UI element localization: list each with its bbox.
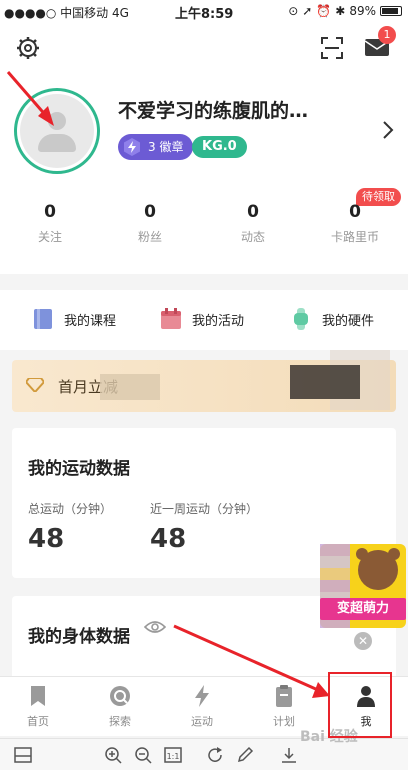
profile-header: 1 不爱学习的练腹肌的… 3 徽章 KG.0 待领取 0 关注 0 粉丝 0 动… bbox=[0, 24, 408, 274]
badge-label: 徽章 bbox=[159, 140, 184, 154]
plan-icon bbox=[276, 685, 292, 707]
highlight-box bbox=[328, 672, 392, 738]
clock: 上午8:59 bbox=[175, 7, 234, 22]
stat-fans[interactable]: 0 粉丝 bbox=[100, 202, 200, 245]
badges-pill[interactable]: 3 徽章 bbox=[118, 134, 194, 160]
stat-value: 0 bbox=[144, 202, 156, 222]
stat-label: 关注 bbox=[37, 230, 62, 244]
rotate-icon[interactable] bbox=[206, 746, 224, 764]
alarm-icon: ⏰ bbox=[316, 4, 332, 18]
battery-fill bbox=[382, 8, 399, 14]
eye-icon[interactable] bbox=[144, 620, 166, 634]
svg-text:1:1: 1:1 bbox=[167, 752, 180, 761]
username[interactable]: 不爱学习的练腹肌的… bbox=[118, 96, 308, 123]
orientation-lock-icon: ⊙ bbox=[288, 4, 299, 18]
avatar-body bbox=[38, 134, 76, 152]
layout-icon[interactable] bbox=[14, 746, 32, 764]
tab-label: 计划 bbox=[273, 715, 295, 728]
course-icon bbox=[34, 309, 52, 329]
stat-label: 卡路里币 bbox=[330, 230, 379, 244]
avatar-head bbox=[48, 112, 66, 130]
close-icon[interactable]: ✕ bbox=[354, 632, 372, 650]
stat-following[interactable]: 0 关注 bbox=[0, 202, 100, 245]
total-exercise-label: 总运动（分钟） bbox=[28, 502, 113, 516]
battery-percent: 89% bbox=[349, 4, 376, 18]
bluetooth-icon: ✱ bbox=[335, 4, 346, 18]
shortcut-label: 我的硬件 bbox=[322, 313, 375, 329]
stat-calorie-coins[interactable]: 0 卡路里币 bbox=[305, 202, 405, 245]
battery-icon bbox=[380, 6, 402, 16]
bear-icon bbox=[358, 550, 398, 590]
mosaic-redaction bbox=[290, 365, 360, 399]
location-icon: ➚ bbox=[302, 4, 313, 18]
shortcut-label: 我的活动 bbox=[192, 313, 245, 329]
mosaic-redaction bbox=[100, 374, 160, 400]
gear-icon[interactable] bbox=[16, 36, 40, 60]
stat-label: 粉丝 bbox=[137, 230, 162, 244]
lightning-badge-icon bbox=[124, 138, 140, 156]
edit-icon[interactable] bbox=[236, 746, 254, 764]
floating-ad[interactable]: 变超萌力 bbox=[320, 544, 406, 628]
stat-label: 动态 bbox=[240, 230, 265, 244]
watch-icon bbox=[294, 308, 308, 330]
zoom-out-icon[interactable] bbox=[134, 746, 152, 764]
home-icon bbox=[31, 686, 45, 706]
download-icon[interactable] bbox=[280, 746, 298, 764]
week-exercise-value: 48 bbox=[150, 524, 187, 554]
tab-label: 首页 bbox=[27, 715, 49, 728]
shortcut-my-courses[interactable]: 我的课程 bbox=[32, 308, 116, 330]
stat-value: 0 bbox=[247, 202, 259, 222]
status-bar: ●●●●○ 中国移动 4G 上午8:59 ⊙ ➚ ⏰ ✱ 89% bbox=[0, 0, 408, 24]
shortcut-my-hardware[interactable]: 我的硬件 bbox=[290, 308, 374, 330]
status-right: ⊙ ➚ ⏰ ✱ 89% bbox=[288, 4, 402, 18]
shortcut-row: 我的课程 我的活动 我的硬件 bbox=[0, 290, 408, 350]
ad-ribbon: 变超萌力 bbox=[320, 598, 406, 620]
badge-count: 3 bbox=[148, 140, 156, 154]
explore-icon bbox=[110, 686, 130, 706]
shortcut-my-activities[interactable]: 我的活动 bbox=[160, 308, 244, 330]
carrier-label: ●●●●○ 中国移动 4G bbox=[4, 6, 129, 20]
shortcut-label: 我的课程 bbox=[64, 313, 117, 329]
chevron-right-icon[interactable] bbox=[382, 120, 394, 140]
tab-plan[interactable]: 计划 bbox=[254, 685, 314, 729]
tab-home[interactable]: 首页 bbox=[8, 685, 68, 729]
mail-count-badge: 1 bbox=[378, 26, 396, 44]
lightning-icon bbox=[195, 685, 209, 707]
diamond-icon bbox=[26, 378, 44, 392]
tab-label: 运动 bbox=[191, 715, 213, 728]
stat-value: 0 bbox=[349, 202, 361, 222]
zoom-in-icon[interactable] bbox=[104, 746, 122, 764]
stat-value: 0 bbox=[44, 202, 56, 222]
actual-size-icon[interactable]: 1:1 bbox=[164, 746, 182, 764]
avatar[interactable] bbox=[20, 94, 94, 168]
card-title: 我的运动数据 bbox=[28, 459, 130, 479]
tab-label: 探索 bbox=[109, 715, 131, 728]
card-title: 我的身体数据 bbox=[28, 627, 130, 647]
kg-level-pill[interactable]: KG.0 bbox=[192, 136, 247, 158]
week-exercise-label: 近一周运动（分钟） bbox=[150, 502, 259, 516]
tab-explore[interactable]: 探索 bbox=[90, 685, 150, 729]
total-exercise-value: 48 bbox=[28, 524, 65, 554]
tab-exercise[interactable]: 运动 bbox=[172, 685, 232, 729]
stat-posts[interactable]: 0 动态 bbox=[203, 202, 303, 245]
scan-icon[interactable] bbox=[320, 36, 344, 60]
calendar-icon bbox=[161, 308, 181, 329]
stats-row: 0 关注 0 粉丝 0 动态 0 卡路里币 bbox=[0, 202, 408, 262]
